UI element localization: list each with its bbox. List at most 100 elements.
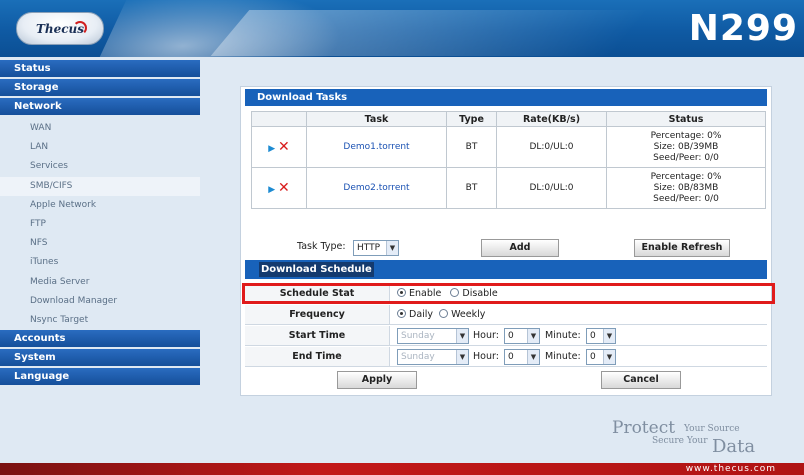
task-rate: DL:0/UL:0 [496,126,607,168]
start-minute-select[interactable]: 0 ▼ [586,328,616,344]
start-icon[interactable]: ▶ [268,185,275,195]
end-time-row: End Time Sunday ▼ Hour: 0 ▼ Minute: 0 ▼ [245,347,767,367]
status-seed-peer: Seed/Peer: 0/0 [653,152,719,163]
delete-icon[interactable]: ✕ [278,180,290,196]
task-rate: DL:0/UL:0 [496,167,607,209]
end-day-select[interactable]: Sunday ▼ [397,349,469,365]
task-type-label: Task Type: [297,241,346,252]
end-hour-select[interactable]: 0 ▼ [504,349,540,365]
chevron-down-icon: ▼ [603,350,615,364]
chevron-down-icon: ▼ [527,350,539,364]
thecus-logo: Thecus [16,12,104,45]
status-percentage: Percentage: 0% [650,171,722,182]
end-time-label: End Time [245,347,390,366]
add-button[interactable]: Add [481,239,559,257]
status-size: Size: 0B/83MB [653,182,719,193]
frequency-row: Frequency Daily Weekly [245,305,767,325]
task-type: BT [446,126,497,168]
panel-title: Download Tasks [245,89,767,106]
sidebar-item-nsync-target[interactable]: Nsync Target [0,311,200,330]
task-toolbar: Task Type: HTTP ▼ Add Enable Refresh [241,235,771,259]
download-manager-panel: Download Tasks Task Type Rate(KB/s) Stat… [240,86,772,396]
task-type: BT [446,167,497,209]
status-column-header: Status [606,111,766,127]
end-minute-select[interactable]: 0 ▼ [586,349,616,365]
sidebar-item-nfs[interactable]: NFS [0,234,200,253]
schedule-stat-highlight [242,283,775,304]
menu-accounts[interactable]: Accounts [0,330,200,348]
sidebar-item-smb-cifs[interactable]: SMB/CIFS [0,176,200,196]
menu-storage[interactable]: Storage [0,79,200,96]
start-hour-label: Hour: [473,330,499,341]
start-icon[interactable]: ▶ [268,144,275,154]
end-minute-label: Minute: [545,351,581,362]
sidebar-item-services[interactable]: Services [0,157,200,176]
menu-network[interactable]: Network [0,98,200,115]
row-actions: ▶ ✕ [251,167,307,209]
start-time-label: Start Time [245,326,390,345]
tagline-data: Data [712,436,756,457]
daily-radio[interactable] [397,309,406,318]
chevron-down-icon: ▼ [603,329,615,343]
sidebar-item-itunes[interactable]: iTunes [0,253,200,272]
sidebar-item-media-server[interactable]: Media Server [0,273,200,292]
start-day-select[interactable]: Sunday ▼ [397,328,469,344]
status-seed-peer: Seed/Peer: 0/0 [653,193,719,204]
weekly-radio[interactable] [439,309,449,318]
download-tasks-table: Task Type Rate(KB/s) Status ▶ ✕ Demo1.to… [251,111,766,209]
sidebar-item-wan[interactable]: WAN [0,119,200,138]
task-status: Percentage: 0% Size: 0B/39MB Seed/Peer: … [606,126,766,168]
rate-column-header: Rate(KB/s) [496,111,607,127]
menu-system[interactable]: System [0,349,200,367]
cancel-button[interactable]: Cancel [601,371,681,389]
tagline: Protect Your Source Secure Your Data [612,418,782,458]
enable-refresh-button[interactable]: Enable Refresh [634,239,730,257]
start-minute-label: Minute: [545,330,581,341]
menu-status[interactable]: Status [0,60,200,77]
daily-label: Daily [409,309,434,320]
start-hour-select[interactable]: 0 ▼ [504,328,540,344]
sidebar-item-download-manager[interactable]: Download Manager [0,292,200,311]
table-row: ▶ ✕ Demo1.torrent BT DL:0/UL:0 Percentag… [251,126,766,168]
task-name[interactable]: Demo2.torrent [306,167,447,209]
chevron-down-icon: ▼ [456,350,468,364]
table-row: ▶ ✕ Demo2.torrent BT DL:0/UL:0 Percentag… [251,167,766,209]
status-size: Size: 0B/39MB [653,141,719,152]
status-percentage: Percentage: 0% [650,130,722,141]
start-time-row: Start Time Sunday ▼ Hour: 0 ▼ Minute: 0 … [245,326,767,346]
menu-language[interactable]: Language [0,368,200,386]
type-column-header: Type [446,111,497,127]
sidebar-item-ftp[interactable]: FTP [0,215,200,234]
apply-button[interactable]: Apply [337,371,417,389]
schedule-title: Download Schedule [259,262,374,277]
task-column-header: Task [306,111,447,127]
frequency-label: Frequency [245,305,390,324]
frequency-options: Daily Weekly [397,305,485,324]
model-name: N299 [688,8,798,49]
tagline-protect: Protect [612,418,676,438]
weekly-label: Weekly [451,309,486,320]
task-type-select[interactable]: HTTP ▼ [353,240,399,256]
chevron-down-icon: ▼ [456,329,468,343]
delete-icon[interactable]: ✕ [278,139,290,155]
network-submenu: WAN LAN Services SMB/CIFS Apple Network … [0,117,200,330]
chevron-down-icon: ▼ [386,241,398,255]
logo-swirl-icon [73,21,87,35]
table-header-row: Task Type Rate(KB/s) Status [251,111,766,127]
task-name[interactable]: Demo1.torrent [306,126,447,168]
header-swoosh-2 [210,10,650,56]
footer-bar: www.thecus.com [0,463,804,475]
sidebar-item-lan[interactable]: LAN [0,138,200,157]
download-schedule-header: Download Schedule [245,260,767,279]
chevron-down-icon: ▼ [527,329,539,343]
action-column-header [251,111,307,127]
header-banner: Thecus N299 [0,0,804,57]
tagline-secure-your: Secure Your [652,436,708,446]
tagline-your-source: Your Source [684,424,740,434]
footer-url[interactable]: www.thecus.com [686,463,776,475]
sidebar: Status Storage Network WAN LAN Services … [0,60,200,387]
row-actions: ▶ ✕ [251,126,307,168]
end-hour-label: Hour: [473,351,499,362]
sidebar-item-apple-network[interactable]: Apple Network [0,196,200,215]
task-status: Percentage: 0% Size: 0B/83MB Seed/Peer: … [606,167,766,209]
